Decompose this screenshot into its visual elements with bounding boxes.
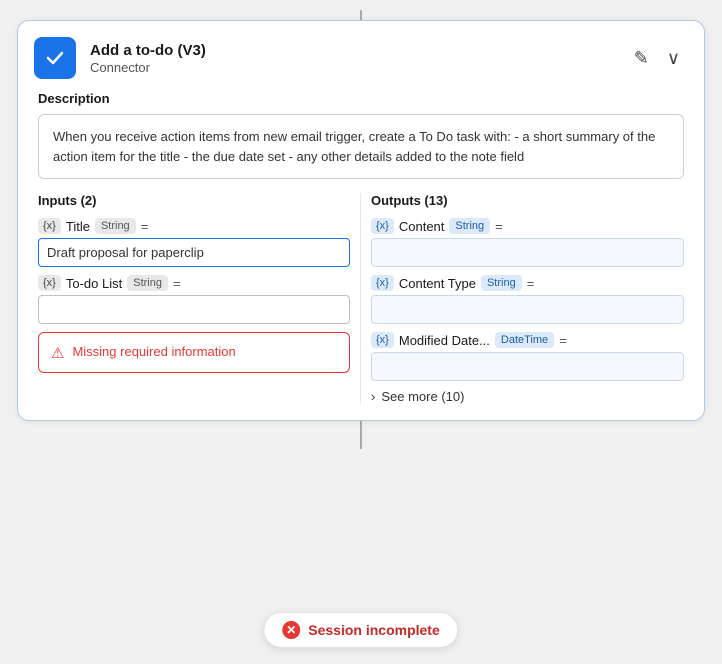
output-content-name: Content — [399, 219, 445, 234]
outputs-column: Outputs (13) {x} Content String = {x} — [361, 193, 684, 404]
output-contenttype-row: {x} Content Type String = — [371, 275, 684, 324]
inputs-column: Inputs (2) {x} Title String = {x} To- — [38, 193, 361, 404]
input-title-name: Title — [66, 219, 90, 234]
input-todolist-type: String — [127, 275, 168, 291]
input-title-eq: = — [141, 219, 149, 234]
main-card: Add a to-do (V3) Connector ✎ ∨ Descripti… — [17, 20, 705, 421]
edit-button[interactable]: ✎ — [630, 47, 653, 69]
io-grid: Inputs (2) {x} Title String = {x} To- — [18, 193, 704, 420]
output-modifieddate-type: DateTime — [495, 332, 554, 348]
input-todolist-field[interactable] — [38, 295, 350, 324]
output-modifieddate-label-row: {x} Modified Date... DateTime = — [371, 332, 684, 348]
title-group: Add a to-do (V3) Connector — [90, 41, 616, 76]
output-content-eq: = — [495, 219, 503, 234]
card-subtitle: Connector — [90, 60, 616, 75]
header-actions: ✎ ∨ — [630, 47, 684, 69]
edit-icon: ✎ — [634, 49, 649, 67]
output-modifieddate-name: Modified Date... — [399, 333, 490, 348]
warning-icon: ⚠ — [51, 344, 64, 362]
output-contenttype-var-badge: {x} — [371, 275, 394, 291]
description-section: Description When you receive action item… — [18, 91, 704, 193]
collapse-button[interactable]: ∨ — [663, 47, 684, 69]
see-more-text: See more (10) — [381, 389, 464, 404]
session-text: Session incomplete — [308, 622, 439, 638]
input-title-var-badge: {x} — [38, 218, 61, 234]
input-todolist-label-row: {x} To-do List String = — [38, 275, 350, 291]
input-todolist-row: {x} To-do List String = — [38, 275, 350, 324]
card-header: Add a to-do (V3) Connector ✎ ∨ — [18, 21, 704, 91]
inputs-header: Inputs (2) — [38, 193, 350, 208]
input-title-field[interactable] — [38, 238, 350, 267]
page-wrapper: Add a to-do (V3) Connector ✎ ∨ Descripti… — [0, 0, 722, 664]
app-icon — [34, 37, 76, 79]
chevron-down-icon: ∨ — [667, 49, 680, 67]
output-modifieddate-row: {x} Modified Date... DateTime = — [371, 332, 684, 381]
see-more-chevron-icon: › — [371, 389, 375, 404]
connector-line-top — [360, 10, 362, 20]
output-modifieddate-eq: = — [559, 333, 567, 348]
description-text: When you receive action items from new e… — [38, 114, 684, 179]
description-label: Description — [38, 91, 684, 106]
output-contenttype-name: Content Type — [399, 276, 476, 291]
see-more-row[interactable]: › See more (10) — [371, 389, 684, 404]
output-content-label-row: {x} Content String = — [371, 218, 684, 234]
input-title-type: String — [95, 218, 136, 234]
output-contenttype-eq: = — [527, 276, 535, 291]
checkmark-icon — [43, 46, 67, 70]
output-content-row: {x} Content String = — [371, 218, 684, 267]
error-box: ⚠ Missing required information — [38, 332, 350, 373]
input-todolist-eq: = — [173, 276, 181, 291]
output-contenttype-type: String — [481, 275, 522, 291]
output-modifieddate-var-badge: {x} — [371, 332, 394, 348]
x-icon: ✕ — [286, 624, 296, 636]
session-badge: ✕ Session incomplete — [263, 612, 458, 648]
input-todolist-var-badge: {x} — [38, 275, 61, 291]
output-content-var-badge: {x} — [371, 218, 394, 234]
input-todolist-name: To-do List — [66, 276, 122, 291]
error-text: Missing required information — [72, 343, 235, 361]
input-title-row: {x} Title String = — [38, 218, 350, 267]
output-content-field[interactable] — [371, 238, 684, 267]
input-title-label-row: {x} Title String = — [38, 218, 350, 234]
output-contenttype-label-row: {x} Content Type String = — [371, 275, 684, 291]
connector-line-bottom — [360, 421, 362, 449]
output-contenttype-field[interactable] — [371, 295, 684, 324]
output-modifieddate-field[interactable] — [371, 352, 684, 381]
output-content-type: String — [449, 218, 490, 234]
session-error-icon: ✕ — [282, 621, 300, 639]
outputs-header: Outputs (13) — [371, 193, 684, 208]
card-title: Add a to-do (V3) — [90, 41, 616, 61]
